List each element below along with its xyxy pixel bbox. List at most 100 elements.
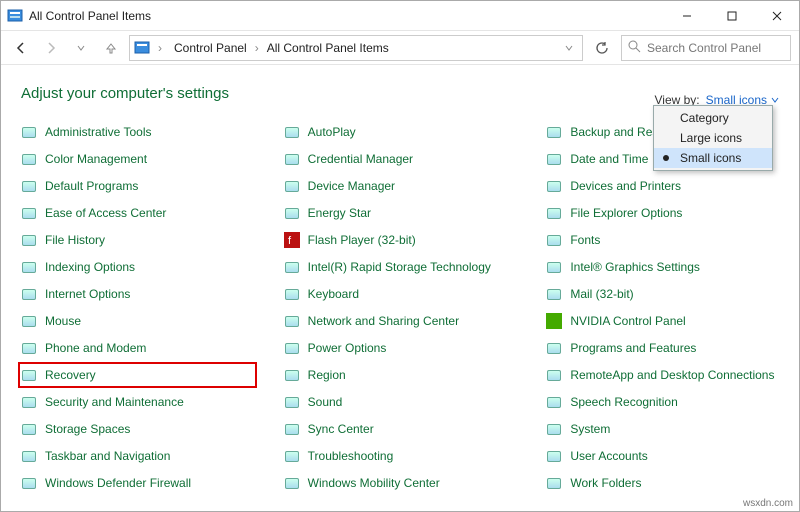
item-recovery[interactable]: Recovery	[21, 365, 254, 385]
item-file-explorer-options[interactable]: File Explorer Options	[546, 203, 779, 223]
view-by-menu: Category Large icons Small icons	[653, 105, 773, 171]
storage-icon	[21, 421, 37, 437]
energy-icon	[284, 205, 300, 221]
content-area: Adjust your computer's settings View by:…	[1, 65, 799, 511]
phone-icon	[21, 340, 37, 356]
item-storage-spaces[interactable]: Storage Spaces	[21, 419, 254, 439]
recovery-icon	[21, 367, 37, 383]
internet-icon	[21, 286, 37, 302]
item-default-programs[interactable]: Default Programs	[21, 176, 254, 196]
item-user-accounts[interactable]: User Accounts	[546, 446, 779, 466]
item-intel-rst[interactable]: Intel(R) Rapid Storage Technology	[284, 257, 517, 277]
window-title: All Control Panel Items	[29, 9, 151, 23]
item-nvidia-control-panel[interactable]: NVIDIA Control Panel	[546, 311, 779, 331]
sound-icon	[284, 394, 300, 410]
item-credential-manager[interactable]: Credential Manager	[284, 149, 517, 169]
item-network-sharing-center[interactable]: Network and Sharing Center	[284, 311, 517, 331]
item-ease-of-access-center[interactable]: Ease of Access Center	[21, 203, 254, 223]
credential-icon	[284, 151, 300, 167]
intel-rst-icon	[284, 259, 300, 275]
item-remoteapp[interactable]: RemoteApp and Desktop Connections	[546, 365, 779, 385]
item-speech-recognition[interactable]: Speech Recognition	[546, 392, 779, 412]
work-folders-icon	[546, 475, 562, 491]
forward-button[interactable]	[39, 36, 63, 60]
item-administrative-tools[interactable]: Administrative Tools	[21, 122, 254, 142]
item-intel-graphics[interactable]: Intel® Graphics Settings	[546, 257, 779, 277]
item-programs-features[interactable]: Programs and Features	[546, 338, 779, 358]
region-icon	[284, 367, 300, 383]
item-mail[interactable]: Mail (32-bit)	[546, 284, 779, 304]
color-icon	[21, 151, 37, 167]
item-taskbar-navigation[interactable]: Taskbar and Navigation	[21, 446, 254, 466]
security-icon	[21, 394, 37, 410]
address-bar[interactable]: › Control Panel › All Control Panel Item…	[129, 35, 583, 61]
intel-graphics-icon	[546, 259, 562, 275]
item-security-maintenance[interactable]: Security and Maintenance	[21, 392, 254, 412]
chevron-right-icon[interactable]: ›	[156, 41, 164, 55]
item-internet-options[interactable]: Internet Options	[21, 284, 254, 304]
item-windows-defender-firewall[interactable]: Windows Defender Firewall	[21, 473, 254, 493]
up-button[interactable]	[99, 36, 123, 60]
user-accounts-icon	[546, 448, 562, 464]
folder-options-icon	[546, 205, 562, 221]
item-phone-modem[interactable]: Phone and Modem	[21, 338, 254, 358]
item-indexing-options[interactable]: Indexing Options	[21, 257, 254, 277]
mail-icon	[546, 286, 562, 302]
item-autoplay[interactable]: AutoPlay	[284, 122, 517, 142]
back-button[interactable]	[9, 36, 33, 60]
sync-icon	[284, 421, 300, 437]
backup-icon	[546, 124, 562, 140]
breadcrumb-current[interactable]: All Control Panel Items	[263, 39, 393, 57]
mobility-icon	[284, 475, 300, 491]
item-windows-mobility-center[interactable]: Windows Mobility Center	[284, 473, 517, 493]
control-panel-grid: Administrative Tools AutoPlay Backup and…	[21, 122, 779, 493]
item-region[interactable]: Region	[284, 365, 517, 385]
item-keyboard[interactable]: Keyboard	[284, 284, 517, 304]
autoplay-icon	[284, 124, 300, 140]
view-by-option-category[interactable]: Category	[654, 108, 772, 128]
chevron-right-icon[interactable]: ›	[253, 41, 261, 55]
item-flash-player[interactable]: fFlash Player (32-bit)	[284, 230, 517, 250]
breadcrumb: Control Panel › All Control Panel Items	[170, 39, 554, 57]
view-by-option-small-icons[interactable]: Small icons	[654, 148, 772, 168]
nvidia-icon	[546, 313, 562, 329]
device-manager-icon	[284, 178, 300, 194]
default-programs-icon	[21, 178, 37, 194]
minimize-button[interactable]	[664, 1, 709, 31]
titlebar-left: All Control Panel Items	[1, 8, 151, 24]
item-device-manager[interactable]: Device Manager	[284, 176, 517, 196]
close-button[interactable]	[754, 1, 799, 31]
printer-icon	[546, 178, 562, 194]
control-panel-icon	[7, 8, 23, 24]
search-placeholder: Search Control Panel	[647, 41, 761, 55]
item-mouse[interactable]: Mouse	[21, 311, 254, 331]
system-icon	[546, 421, 562, 437]
indexing-icon	[21, 259, 37, 275]
item-sound[interactable]: Sound	[284, 392, 517, 412]
item-system[interactable]: System	[546, 419, 779, 439]
address-dropdown-button[interactable]	[560, 43, 578, 53]
item-devices-and-printers[interactable]: Devices and Printers	[546, 176, 779, 196]
control-panel-icon	[134, 40, 150, 56]
fonts-icon	[546, 232, 562, 248]
window-controls	[664, 1, 799, 31]
item-color-management[interactable]: Color Management	[21, 149, 254, 169]
view-by-option-large-icons[interactable]: Large icons	[654, 128, 772, 148]
item-troubleshooting[interactable]: Troubleshooting	[284, 446, 517, 466]
item-work-folders[interactable]: Work Folders	[546, 473, 779, 493]
item-sync-center[interactable]: Sync Center	[284, 419, 517, 439]
flash-icon: f	[284, 232, 300, 248]
refresh-button[interactable]	[589, 35, 615, 61]
attribution-text: wsxdn.com	[743, 498, 793, 509]
speech-icon	[546, 394, 562, 410]
navbar: › Control Panel › All Control Panel Item…	[1, 31, 799, 65]
maximize-button[interactable]	[709, 1, 754, 31]
item-file-history[interactable]: File History	[21, 230, 254, 250]
recent-locations-button[interactable]	[69, 36, 93, 60]
item-fonts[interactable]: Fonts	[546, 230, 779, 250]
ease-access-icon	[21, 205, 37, 221]
breadcrumb-root[interactable]: Control Panel	[170, 39, 251, 57]
item-energy-star[interactable]: Energy Star	[284, 203, 517, 223]
item-power-options[interactable]: Power Options	[284, 338, 517, 358]
search-box[interactable]: Search Control Panel	[621, 35, 791, 61]
